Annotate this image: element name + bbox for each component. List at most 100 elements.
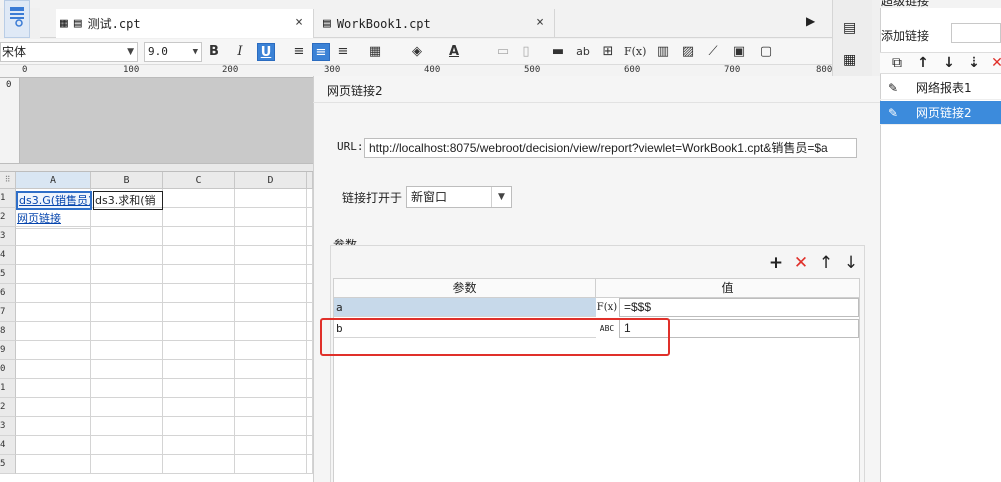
merge-cells-icon[interactable]: ▭ [494, 43, 512, 61]
font-size-select[interactable]: 9.0 ▼ [144, 42, 202, 62]
row-header[interactable]: 8 [0, 322, 16, 341]
chart-icon[interactable]: ▥ [654, 43, 672, 61]
formula-button[interactable]: F(x) [624, 43, 646, 61]
italic-button[interactable]: I [231, 43, 249, 61]
grid-cell[interactable] [163, 227, 235, 246]
url-field[interactable]: http://localhost:8075/webroot/decision/v… [364, 138, 857, 158]
add-link-select[interactable] [951, 23, 1001, 43]
row-header[interactable]: 9 [0, 341, 16, 360]
grid-cell[interactable] [16, 398, 91, 417]
add-icon[interactable]: + [767, 254, 785, 272]
cell-b1[interactable]: ds3.求和(销 [93, 191, 163, 210]
image-icon[interactable]: ▨ [679, 43, 697, 61]
grid-cell[interactable] [91, 322, 163, 341]
grid-cell[interactable] [235, 189, 307, 208]
grid-cell[interactable] [16, 379, 91, 398]
grid-cell[interactable] [235, 265, 307, 284]
grid-cell[interactable] [163, 246, 235, 265]
grid-cell[interactable] [163, 322, 235, 341]
grid-cell[interactable] [16, 303, 91, 322]
bold-button[interactable]: B [205, 43, 223, 61]
grid-cell[interactable] [235, 341, 307, 360]
grid-cell[interactable] [16, 436, 91, 455]
row-header[interactable]: 2 [0, 208, 16, 227]
insert-row-icon[interactable]: ▬ [549, 43, 567, 61]
grid-cell[interactable] [163, 265, 235, 284]
grid-cell[interactable] [163, 436, 235, 455]
formula-type-icon[interactable]: F(x) [596, 298, 618, 317]
attribute-icon[interactable]: ▦ [843, 52, 856, 68]
grid-cell[interactable] [16, 455, 91, 474]
row-header[interactable]: 1 [0, 379, 16, 398]
sort-icon[interactable]: ⇣ [965, 54, 983, 72]
fill-color-icon[interactable]: ◈ [408, 43, 426, 61]
row-header[interactable]: 3 [0, 417, 16, 436]
align-left-icon[interactable]: ≡ [290, 43, 308, 61]
slash-icon[interactable]: ⟋ [704, 43, 722, 61]
underline-button[interactable]: U [257, 43, 275, 61]
tab-test-cpt[interactable]: ▦ ▤ 测试.cpt × [56, 9, 314, 38]
grid-cell[interactable] [16, 360, 91, 379]
row-header[interactable]: 6 [0, 284, 16, 303]
tab-overflow-icon[interactable]: ▶ [806, 14, 815, 28]
grid-cell[interactable] [163, 341, 235, 360]
grid-cell[interactable] [91, 265, 163, 284]
grid-cell[interactable] [16, 246, 91, 265]
column-header-d[interactable]: D [235, 172, 307, 189]
align-right-icon[interactable]: ≡ [334, 43, 352, 61]
unmerge-cells-icon[interactable]: ▯ [517, 43, 535, 61]
grid-cell[interactable] [16, 417, 91, 436]
param-name-cell[interactable]: a [334, 298, 596, 317]
arrow-up-icon[interactable]: ↑ [817, 254, 835, 272]
cell-a2[interactable]: 网页链接 [16, 210, 91, 229]
frame-icon[interactable]: ▢ [757, 43, 775, 61]
grid-cell[interactable] [235, 246, 307, 265]
data-column-icon[interactable]: ⊞ [599, 43, 617, 61]
row-header[interactable]: 7 [0, 303, 16, 322]
grid-cell[interactable] [91, 417, 163, 436]
grid-cell[interactable] [235, 436, 307, 455]
delete-icon[interactable]: ✕ [988, 54, 1001, 72]
grid-cell[interactable] [163, 379, 235, 398]
grid-cell[interactable] [235, 322, 307, 341]
grid-cell[interactable] [235, 398, 307, 417]
column-header-c[interactable]: C [163, 172, 235, 189]
tab-workbook1[interactable]: ▤ WorkBook1.cpt × [315, 9, 555, 38]
align-center-icon[interactable]: ≡ [312, 43, 330, 61]
grid-cell[interactable] [235, 208, 307, 227]
row-header[interactable]: 4 [0, 436, 16, 455]
cell-element-icon[interactable]: ▤ [843, 20, 856, 36]
grid-cell[interactable] [91, 208, 163, 227]
grid-cell[interactable] [91, 284, 163, 303]
grid-cell[interactable] [91, 398, 163, 417]
grid-cell[interactable] [163, 284, 235, 303]
grid-cell[interactable] [235, 417, 307, 436]
delete-icon[interactable]: ✕ [792, 254, 810, 272]
row-header[interactable]: 4 [0, 246, 16, 265]
grid-cell[interactable] [91, 455, 163, 474]
grid-cell[interactable] [235, 303, 307, 322]
grid-cell[interactable] [235, 227, 307, 246]
select-all-corner[interactable]: ⠿ [0, 172, 16, 189]
open-in-select[interactable]: 新窗口 ▼ [406, 186, 512, 208]
close-icon[interactable]: × [295, 15, 303, 30]
close-icon[interactable]: × [536, 15, 544, 30]
subreport-icon[interactable]: ▣ [730, 43, 748, 61]
text-color-button[interactable]: A [445, 43, 463, 61]
grid-cell[interactable] [91, 341, 163, 360]
arrow-down-icon[interactable]: ↓ [940, 54, 958, 72]
row-header[interactable]: 5 [0, 455, 16, 474]
arrow-up-icon[interactable]: ↑ [914, 54, 932, 72]
grid-cell[interactable] [235, 379, 307, 398]
row-header[interactable]: 3 [0, 227, 16, 246]
row-header[interactable]: 2 [0, 398, 16, 417]
column-header-a[interactable]: A [16, 172, 91, 189]
border-icon[interactable]: ▦ [366, 43, 384, 61]
grid-cell[interactable] [91, 227, 163, 246]
grid-cell[interactable] [91, 246, 163, 265]
param-value-field[interactable]: =$$$ [619, 298, 859, 317]
app-menu-icon[interactable] [4, 0, 30, 38]
grid-cell[interactable] [91, 379, 163, 398]
font-family-select[interactable]: 宋体 ▼ [0, 42, 138, 62]
link-item[interactable]: ✎ 网页链接2 [880, 101, 1001, 125]
